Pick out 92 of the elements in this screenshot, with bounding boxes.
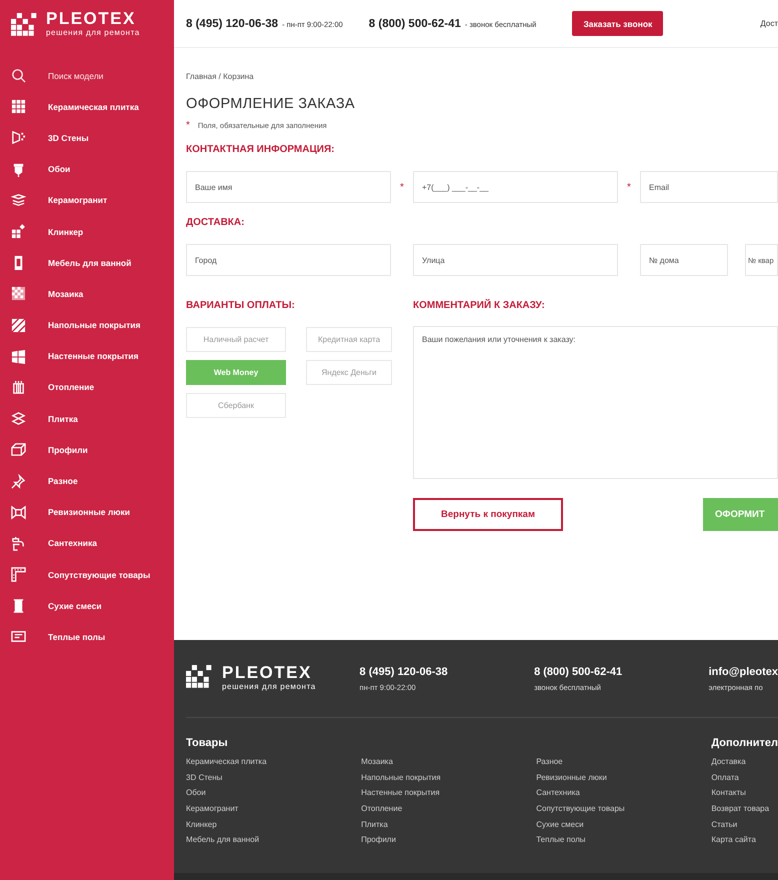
footer-link[interactable]: Оплата [711, 772, 778, 788]
sidebar-item[interactable]: Клинкер [0, 216, 174, 248]
footer-link[interactable]: Сантехника [536, 788, 712, 804]
phone-number: 8 (800) 500-62-41 [368, 18, 461, 30]
sidebar-item[interactable]: Напольные покрытия [0, 310, 174, 341]
ruler-icon [11, 567, 26, 582]
input-field[interactable]: +7(___) ___-__-__ [413, 171, 618, 203]
footer-contact: 8 (495) 120-06-38 [360, 666, 449, 678]
sidebar-item[interactable]: Обои [0, 154, 174, 185]
footer-link[interactable]: Обои [186, 788, 362, 804]
payment-option[interactable]: Кредитная карта [306, 327, 392, 352]
footer-link[interactable]: Сопутствующие товары [536, 804, 712, 820]
section-heading: КОНТАКТНАЯ ИНФОРМАЦИЯ: [186, 144, 334, 156]
footer-link[interactable]: Керамогранит [186, 804, 362, 820]
breadcrumb: Главная / Корзина [186, 72, 254, 82]
sidebar-item[interactable]: Керамическая плитка [0, 91, 174, 122]
footer-link[interactable]: Плитка [361, 820, 536, 836]
input-field[interactable]: Ваше имя [186, 171, 391, 203]
radiator-icon [11, 380, 26, 395]
comment-field[interactable]: Ваши пожелания или уточнения к заказу: [413, 326, 778, 479]
input-field[interactable]: Email [640, 171, 778, 203]
logo-tagline: решения для ремонта [46, 28, 140, 38]
footer-link[interactable]: Мебель для ванной [186, 835, 362, 852]
footer-link[interactable]: Ревизионные люки [536, 772, 712, 788]
nav-link[interactable]: Дост [760, 19, 778, 28]
footer-link[interactable]: Статьи [711, 820, 778, 836]
sidebar-item[interactable]: Профили [0, 434, 174, 466]
footer-link[interactable]: Теплые полы [536, 835, 712, 852]
heater-icon [11, 629, 26, 644]
back-button[interactable]: Вернуть к покупкам [413, 498, 563, 531]
floor-icon [11, 318, 26, 333]
logo-icon [186, 664, 213, 688]
footer-link[interactable]: Керамическая плитка [186, 757, 362, 773]
sidebar-item[interactable]: Поиск модели [0, 60, 174, 92]
logo-name: PLEOTEX [46, 10, 137, 28]
logo-name: PLEOTEX [222, 664, 313, 682]
sidebar-item[interactable]: Плитка [0, 403, 174, 434]
input-field[interactable]: Улица [413, 244, 618, 276]
page-title: ОФОРМЛЕНИЕ ЗАКАЗА [186, 95, 355, 113]
footer-link[interactable]: Отопление [361, 804, 536, 820]
footer-contact: info@pleotex [708, 666, 778, 678]
sidebar-item[interactable]: Ревизионные люки [0, 496, 174, 528]
grid-icon [11, 99, 26, 114]
footer-link[interactable]: Настенные покрытия [361, 788, 536, 804]
faucet-icon [11, 536, 26, 551]
sidebar-item[interactable]: Настенные покрытия [0, 340, 174, 372]
footer-link[interactable]: Доставка [711, 757, 778, 773]
required-mark: * [186, 121, 190, 130]
section-heading: ВАРИАНТЫ ОПЛАТЫ: [186, 300, 296, 312]
sidebar-item[interactable]: Керамогранит [0, 184, 174, 216]
footer-heading: Дополнител [711, 737, 778, 751]
footer-link[interactable]: Возврат товара [711, 804, 778, 820]
layers-icon [11, 192, 26, 208]
logo-tagline: решения для ремонта [222, 682, 316, 692]
phone-number: 8 (495) 120-06-38 [186, 18, 278, 30]
sidebar-item[interactable]: Отопление [0, 372, 174, 404]
sidebar-item[interactable]: Сопутствующие товары [0, 559, 174, 590]
sidebar-item[interactable]: Разное [0, 465, 174, 497]
footer-link[interactable]: Разное [536, 757, 712, 773]
wall-icon [11, 130, 26, 146]
footer-link[interactable]: Мозаика [361, 757, 536, 773]
required-mark: * [627, 182, 631, 192]
callback-button[interactable]: Заказать звонок [572, 11, 664, 36]
footer-link[interactable]: Сухие смеси [536, 820, 712, 836]
footer-link[interactable]: Профили [361, 835, 536, 852]
sidebar-item[interactable]: Мебель для ванной [0, 247, 174, 278]
footer-link[interactable]: Клинкер [186, 820, 362, 836]
footer-link[interactable]: Напольные покрытия [361, 772, 536, 788]
sidebar-item[interactable]: Мозаика [0, 278, 174, 310]
search-icon [11, 68, 26, 84]
footer-link[interactable]: Карта сайта [711, 835, 778, 852]
footer-heading: Товары [186, 737, 229, 751]
logo-icon [11, 12, 38, 36]
checker-icon [11, 286, 26, 302]
tiles-icon [11, 411, 26, 426]
sack-icon [11, 598, 26, 614]
pin-icon [11, 474, 26, 489]
sidebar-item[interactable]: 3D Стены [0, 122, 174, 154]
sidebar-item[interactable]: Теплые полы [0, 621, 174, 653]
footer-contact: 8 (800) 500-62-41 [534, 666, 624, 678]
section-heading: КОММЕНТАРИЙ К ЗАКАЗУ: [413, 300, 546, 312]
footer-link[interactable]: Контакты [711, 788, 778, 804]
required-mark: * [400, 182, 404, 192]
input-field[interactable]: № дома [640, 244, 728, 276]
window-icon [11, 348, 26, 364]
hatch-icon [11, 504, 26, 520]
blocks-icon [11, 224, 26, 240]
sidebar-item[interactable]: Сантехника [0, 528, 174, 559]
section-heading: ДОСТАВКА: [186, 217, 244, 229]
footer-link[interactable]: 3D Стены [186, 772, 362, 788]
sidebar-item[interactable]: Сухие смеси [0, 590, 174, 622]
input-field[interactable]: Город [186, 244, 391, 276]
